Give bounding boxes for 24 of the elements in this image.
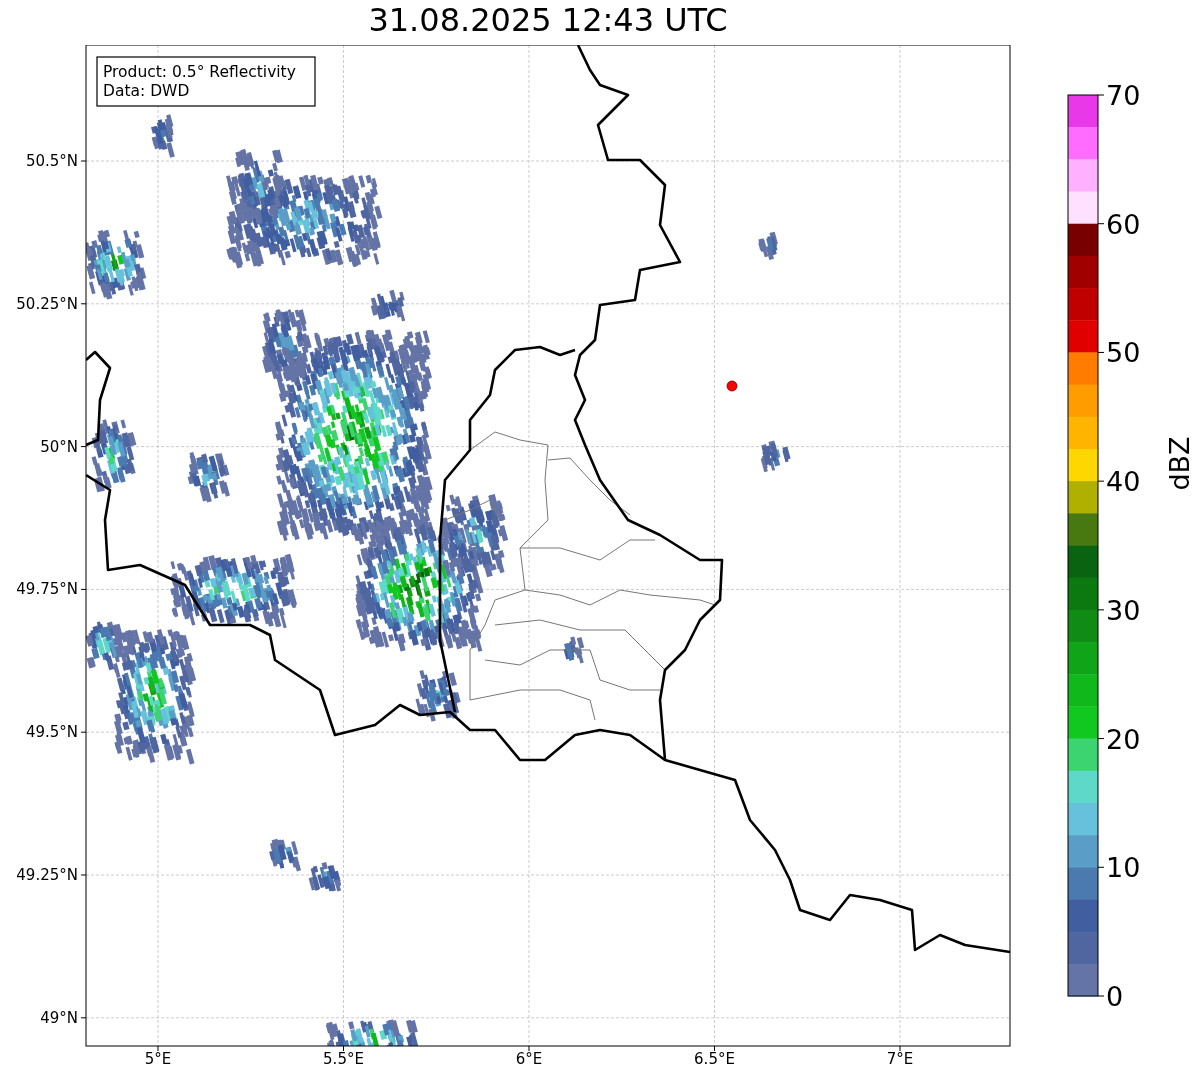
colorbar-tick-label: 30 xyxy=(1106,594,1141,626)
axis-tick-label: 50.5°N xyxy=(25,152,78,170)
axis-tick-label: 6°E xyxy=(515,1050,543,1068)
colorbar-tick-label: 10 xyxy=(1106,852,1141,884)
axis-tick-label: 49.75°N xyxy=(16,580,78,599)
axis-tick-label: 5.5°E xyxy=(323,1050,364,1068)
axis-tick-label: 49.25°N xyxy=(16,866,78,884)
info-text: Data: DWD xyxy=(103,82,190,100)
axis-tick-label: 6.5°E xyxy=(694,1050,735,1068)
colorbar-tick-label: 0 xyxy=(1106,981,1124,1012)
colorbar-label: dBZ xyxy=(1164,436,1195,491)
colorbar-tick-label: 50 xyxy=(1106,337,1141,369)
axis-tick-label: 49°N xyxy=(40,1008,78,1027)
chart-title: 31.08.2025 12:43 UTC xyxy=(367,0,729,41)
axis-tick-label: 7°E xyxy=(886,1050,914,1068)
colorbar-tick-label: 70 xyxy=(1106,80,1141,111)
axis-tick-label: 50.25°N xyxy=(16,294,78,313)
colorbar-tick-label: 40 xyxy=(1106,466,1141,498)
colorbar-tick-label: 20 xyxy=(1106,723,1141,755)
colorbar-tick-label: 60 xyxy=(1106,208,1141,240)
info-text: Product: 0.5° Reflectivity xyxy=(103,63,296,81)
axis-tick-label: 5°E xyxy=(144,1050,172,1068)
axis-tick-label: 50°N xyxy=(40,437,78,456)
axis-tick-label: 49.5°N xyxy=(25,723,78,742)
